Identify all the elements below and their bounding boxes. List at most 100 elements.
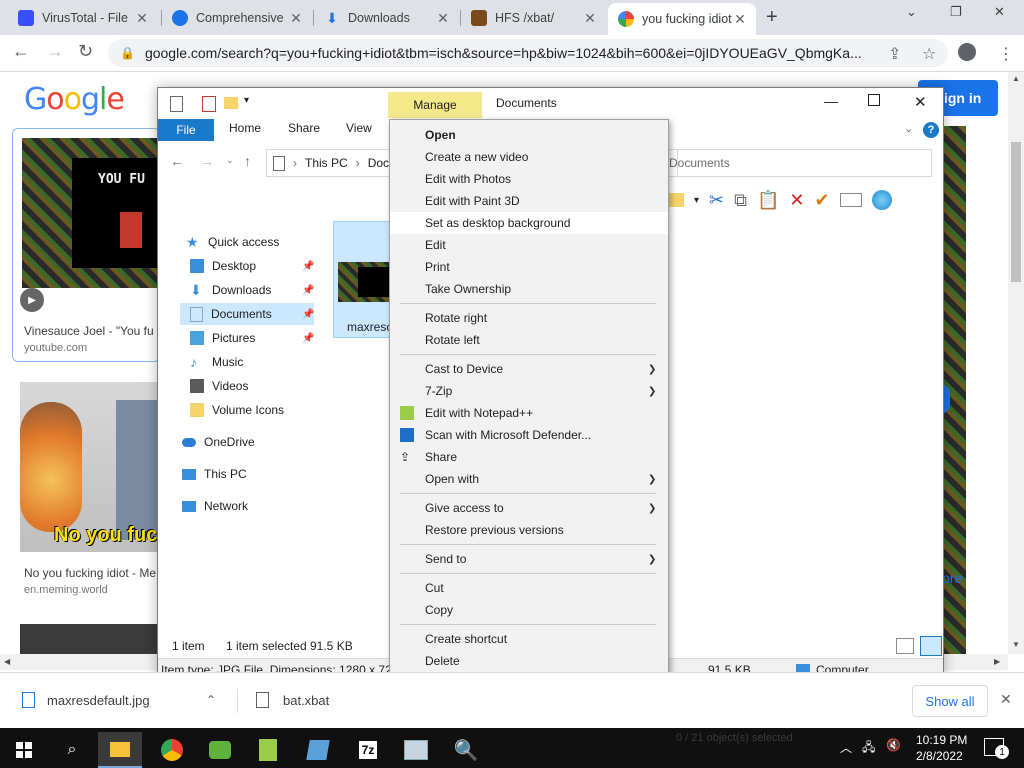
show-all-button[interactable]: Show all bbox=[912, 685, 988, 717]
nav-quick-access[interactable]: ★ Quick access bbox=[186, 231, 279, 253]
large-icons-view-icon[interactable] bbox=[920, 636, 942, 656]
page-vertical-scrollbar[interactable]: ▲ ▼ bbox=[1008, 72, 1024, 654]
details-view-icon[interactable] bbox=[896, 638, 914, 654]
result-thumbnail-2[interactable]: No you fuc bbox=[20, 382, 158, 552]
download-item[interactable]: bat.xbat bbox=[246, 685, 446, 715]
rename-icon[interactable] bbox=[839, 193, 862, 207]
back-icon[interactable]: ← bbox=[12, 41, 30, 62]
close-tab-icon[interactable]: ✕ bbox=[732, 11, 748, 28]
result-source-1[interactable]: youtube.com bbox=[24, 342, 87, 354]
minimize-icon[interactable]: — bbox=[824, 93, 838, 109]
taskbar-explorer[interactable] bbox=[98, 732, 142, 768]
paste-icon[interactable]: 📋 bbox=[757, 190, 779, 211]
pin-icon[interactable]: 📌 bbox=[302, 261, 314, 272]
scroll-down-icon[interactable]: ▼ bbox=[1012, 640, 1020, 649]
nav-network[interactable]: Network bbox=[182, 495, 248, 517]
menu-item-copy[interactable]: Copy bbox=[390, 599, 668, 621]
menu-item-edit-with-paint-3d[interactable]: Edit with Paint 3D bbox=[390, 190, 668, 212]
tab-downloads[interactable]: ⬇ Downloads ✕ bbox=[314, 4, 459, 32]
pin-icon[interactable]: 📌 bbox=[302, 285, 314, 296]
explorer-search-box[interactable]: Documents bbox=[658, 149, 932, 177]
scroll-right-icon[interactable]: ▶ bbox=[994, 657, 1000, 666]
menu-item-edit[interactable]: Edit bbox=[390, 234, 668, 256]
taskbar-7zip[interactable]: 7z bbox=[346, 732, 390, 768]
scroll-up-icon[interactable]: ▲ bbox=[1012, 74, 1020, 83]
tab-file[interactable]: File bbox=[158, 119, 214, 141]
new-folder-icon[interactable] bbox=[224, 97, 238, 109]
reload-icon[interactable]: ↻ bbox=[78, 41, 93, 62]
chevron-up-icon[interactable]: ⌃ bbox=[206, 693, 216, 707]
scroll-left-icon[interactable]: ◀ bbox=[4, 657, 10, 666]
taskbar-app-blue[interactable] bbox=[296, 732, 340, 768]
checkmark-icon[interactable]: ✔ bbox=[815, 190, 830, 211]
copy-icon[interactable]: ⧉ bbox=[734, 190, 747, 211]
menu-item-scan-with-microsoft-defender[interactable]: Scan with Microsoft Defender... bbox=[390, 424, 668, 446]
google-logo[interactable]: Google bbox=[24, 82, 125, 117]
menu-item-print[interactable]: Print bbox=[390, 256, 668, 278]
forward-icon[interactable]: → bbox=[200, 153, 214, 169]
taskbar-app-window[interactable] bbox=[394, 732, 438, 768]
pin-icon[interactable]: 📌 bbox=[302, 333, 314, 344]
play-icon[interactable]: ▶ bbox=[20, 288, 44, 312]
clock-date[interactable]: 2/8/2022 bbox=[916, 749, 963, 763]
nav-documents[interactable]: Documents 📌 bbox=[190, 303, 314, 325]
menu-item-rotate-right[interactable]: Rotate right bbox=[390, 307, 668, 329]
menu-item-delete[interactable]: Delete bbox=[390, 650, 668, 672]
more-link[interactable]: ore bbox=[942, 570, 962, 586]
download-item[interactable]: maxresdefault.jpg ⌃ bbox=[14, 685, 234, 715]
file-item-maxresdefault[interactable]: maxresc bbox=[333, 221, 395, 338]
up-icon[interactable]: ↑ bbox=[244, 153, 251, 169]
menu-item-edit-with-notepad[interactable]: Edit with Notepad++ bbox=[390, 402, 668, 424]
search-icon[interactable]: ⌕ bbox=[50, 732, 94, 768]
tab-hfs[interactable]: HFS /xbat/ ✕ bbox=[461, 4, 606, 32]
start-button[interactable] bbox=[2, 732, 46, 768]
network-tray-icon[interactable]: 🖧 bbox=[862, 738, 875, 759]
profile-avatar-icon[interactable] bbox=[958, 43, 976, 61]
result-thumbnail-1[interactable]: YOU FU ▶ bbox=[20, 138, 158, 312]
taskbar-notepadpp[interactable] bbox=[246, 732, 290, 768]
menu-item-edit-with-photos[interactable]: Edit with Photos bbox=[390, 168, 668, 190]
forward-icon[interactable]: → bbox=[46, 41, 64, 62]
result-title-1[interactable]: Vinesauce Joel - "You fu bbox=[24, 324, 154, 338]
close-window-icon[interactable]: ✕ bbox=[994, 4, 1005, 20]
share-icon[interactable]: ⇪ bbox=[888, 44, 901, 64]
globe-icon[interactable] bbox=[871, 190, 892, 210]
menu-item-cut[interactable]: Cut bbox=[390, 577, 668, 599]
volume-muted-icon[interactable]: 🔇 bbox=[886, 738, 901, 752]
menu-item-cast-to-device[interactable]: Cast to Device ❯ bbox=[390, 358, 668, 380]
bookmark-star-icon[interactable]: ☆ bbox=[922, 44, 936, 64]
dropdown-icon[interactable]: ▾ bbox=[694, 195, 699, 206]
result-title-2[interactable]: No you fucking idiot - Me bbox=[24, 566, 156, 580]
lock-icon[interactable]: 🔒 bbox=[120, 46, 135, 60]
nav-onedrive[interactable]: OneDrive bbox=[182, 431, 255, 453]
folder-icon[interactable] bbox=[668, 193, 684, 207]
action-center-icon[interactable]: 1 bbox=[984, 738, 1009, 759]
help-icon[interactable]: ? bbox=[923, 122, 939, 138]
new-tab-button[interactable]: + bbox=[766, 6, 778, 29]
nav-desktop[interactable]: Desktop 📌 bbox=[190, 255, 314, 277]
clock-time[interactable]: 10:19 PM bbox=[916, 733, 967, 747]
properties-icon[interactable] bbox=[170, 96, 183, 112]
ribbon-expand-icon[interactable]: ⌄ bbox=[904, 122, 913, 135]
nav-pictures[interactable]: Pictures 📌 bbox=[190, 327, 314, 349]
menu-item-create-shortcut[interactable]: Create shortcut bbox=[390, 628, 668, 650]
delete-x-icon[interactable]: ✕ bbox=[789, 190, 804, 211]
menu-item-open[interactable]: Open bbox=[390, 124, 668, 146]
maximize-icon[interactable] bbox=[868, 94, 880, 106]
checklist-icon[interactable] bbox=[202, 96, 216, 112]
menu-item-take-ownership[interactable]: Take Ownership bbox=[390, 278, 668, 300]
file-name[interactable]: maxresc bbox=[347, 320, 392, 334]
quick-access-dropdown-icon[interactable]: ▾ bbox=[244, 95, 249, 106]
close-tab-icon[interactable]: ✕ bbox=[582, 10, 598, 27]
close-shelf-icon[interactable]: ✕ bbox=[1000, 691, 1012, 708]
menu-item-create-a-new-video[interactable]: Create a new video bbox=[390, 146, 668, 168]
menu-item-rotate-left[interactable]: Rotate left bbox=[390, 329, 668, 351]
nav-music[interactable]: ♪ Music bbox=[190, 351, 243, 373]
chevron-down-icon[interactable]: ⌄ bbox=[906, 4, 917, 20]
nav-volume-icons[interactable]: Volume Icons bbox=[190, 399, 284, 421]
menu-item-7-zip[interactable]: 7-Zip ❯ bbox=[390, 380, 668, 402]
nav-videos[interactable]: Videos bbox=[190, 375, 248, 397]
menu-item-send-to[interactable]: Send to ❯ bbox=[390, 548, 668, 570]
taskbar-chrome[interactable] bbox=[150, 732, 194, 768]
recent-locations-icon[interactable]: ⌄ bbox=[226, 155, 234, 166]
